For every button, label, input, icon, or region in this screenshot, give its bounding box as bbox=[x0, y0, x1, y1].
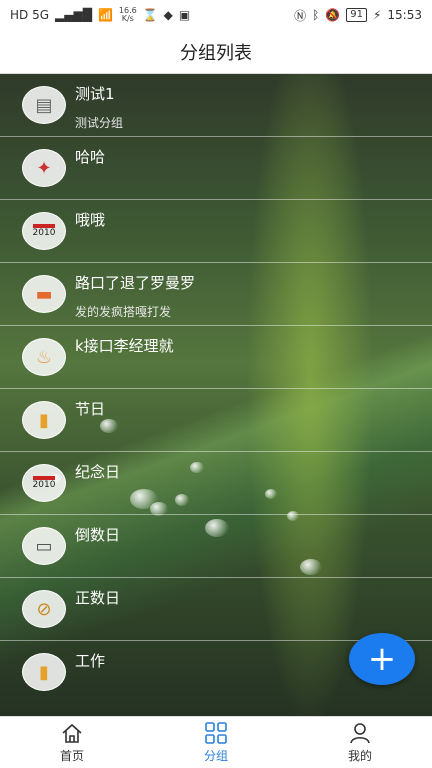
page-title: 分组列表 bbox=[180, 42, 252, 64]
nfc-icon: Ⓝ bbox=[294, 8, 307, 23]
tab-home[interactable]: 首页 bbox=[0, 717, 144, 768]
bluetooth-icon: ᛒ bbox=[312, 8, 320, 22]
group-row[interactable]: ♨ k接口李经理就 bbox=[0, 326, 432, 389]
signal-icon: ▂▄▆█ bbox=[55, 8, 92, 22]
group-row[interactable]: 2010 哦哦 bbox=[0, 200, 432, 263]
wifi-icon: 📶 bbox=[97, 8, 113, 22]
tab-label: 分组 bbox=[203, 748, 228, 763]
card-icon: ▬ bbox=[22, 275, 66, 313]
plus-icon: + bbox=[367, 639, 397, 679]
network-speed: 16.6 K/s bbox=[119, 7, 137, 23]
group-name: 测试1 bbox=[75, 85, 115, 103]
calendar-icon: 2010 bbox=[22, 212, 66, 250]
network-badges: HD 5G bbox=[10, 8, 50, 22]
group-row[interactable]: ▭ 倒数日 bbox=[0, 515, 432, 578]
paperclip-icon: ⊘ bbox=[22, 590, 66, 628]
tab-mine[interactable]: 我的 bbox=[288, 717, 432, 768]
home-icon bbox=[62, 723, 82, 743]
group-row[interactable]: 2010 纪念日 bbox=[0, 452, 432, 515]
tab-groups[interactable]: 分组 bbox=[144, 717, 288, 768]
hourglass-icon: ⌛ bbox=[142, 8, 158, 22]
add-group-button[interactable]: + bbox=[349, 633, 415, 685]
group-name: 纪念日 bbox=[75, 463, 121, 481]
group-subtitle: 发的发疯搭嘎打发 bbox=[75, 305, 172, 319]
notebook-icon: ▮ bbox=[22, 401, 66, 439]
charging-icon: ⚡ bbox=[372, 8, 382, 22]
group-name: 节日 bbox=[75, 400, 106, 418]
group-row[interactable]: ▤ 测试1 测试分组 bbox=[0, 74, 432, 137]
calendar-year: 2010 bbox=[32, 476, 56, 490]
group-name: 哈哈 bbox=[75, 148, 106, 166]
status-bar: HD 5G ▂▄▆█ 📶 16.6 K/s ⌛ ◆ ▣ Ⓝ ᛒ 🔕 91 ⚡ 1… bbox=[0, 0, 432, 30]
board-icon: ▭ bbox=[22, 527, 66, 565]
app-notify-icon: ▣ bbox=[178, 8, 191, 22]
status-right: Ⓝ ᛒ 🔕 91 ⚡ 15:53 bbox=[294, 7, 422, 24]
candle-icon: ♨ bbox=[22, 338, 66, 376]
group-row[interactable]: ✦ 哈哈 bbox=[0, 137, 432, 200]
tab-label: 我的 bbox=[347, 748, 372, 763]
group-name: 工作 bbox=[75, 652, 106, 670]
people-icon: ✦ bbox=[22, 149, 66, 187]
battery-icon: 91 bbox=[346, 8, 367, 22]
grid-icon bbox=[205, 721, 227, 744]
group-subtitle: 测试分组 bbox=[75, 116, 124, 130]
page-header: 分组列表 bbox=[0, 30, 432, 74]
group-name: 哦哦 bbox=[75, 211, 106, 229]
group-row[interactable]: ⊘ 正数日 bbox=[0, 578, 432, 641]
calendar-icon: 2010 bbox=[22, 464, 66, 502]
calendar-year: 2010 bbox=[32, 224, 56, 238]
status-left: HD 5G ▂▄▆█ 📶 16.6 K/s ⌛ ◆ ▣ bbox=[10, 7, 190, 23]
group-name: 倒数日 bbox=[75, 526, 121, 544]
shield-icon: ◆ bbox=[163, 8, 173, 22]
group-name: 正数日 bbox=[75, 589, 121, 607]
clock-time: 15:53 bbox=[387, 8, 422, 22]
speed-unit: K/s bbox=[121, 14, 134, 23]
group-row[interactable]: ▮ 节日 bbox=[0, 389, 432, 452]
notebook-icon: ▮ bbox=[22, 653, 66, 691]
person-icon bbox=[350, 722, 370, 743]
group-row[interactable]: ▬ 路口了退了罗曼罗 发的发疯搭嘎打发 bbox=[0, 263, 432, 326]
group-name: 路口了退了罗曼罗 bbox=[75, 274, 196, 292]
group-name: k接口李经理就 bbox=[75, 337, 174, 355]
group-list[interactable]: ▤ 测试1 测试分组 ✦ 哈哈 2010 哦哦 ▬ 路口了退了罗曼罗 发的发疯搭… bbox=[0, 74, 432, 716]
tab-label: 首页 bbox=[59, 748, 84, 763]
bottom-tab-bar: 首页 分组 我的 bbox=[0, 716, 432, 768]
document-icon: ▤ bbox=[22, 86, 66, 124]
mute-icon: 🔕 bbox=[325, 8, 341, 22]
